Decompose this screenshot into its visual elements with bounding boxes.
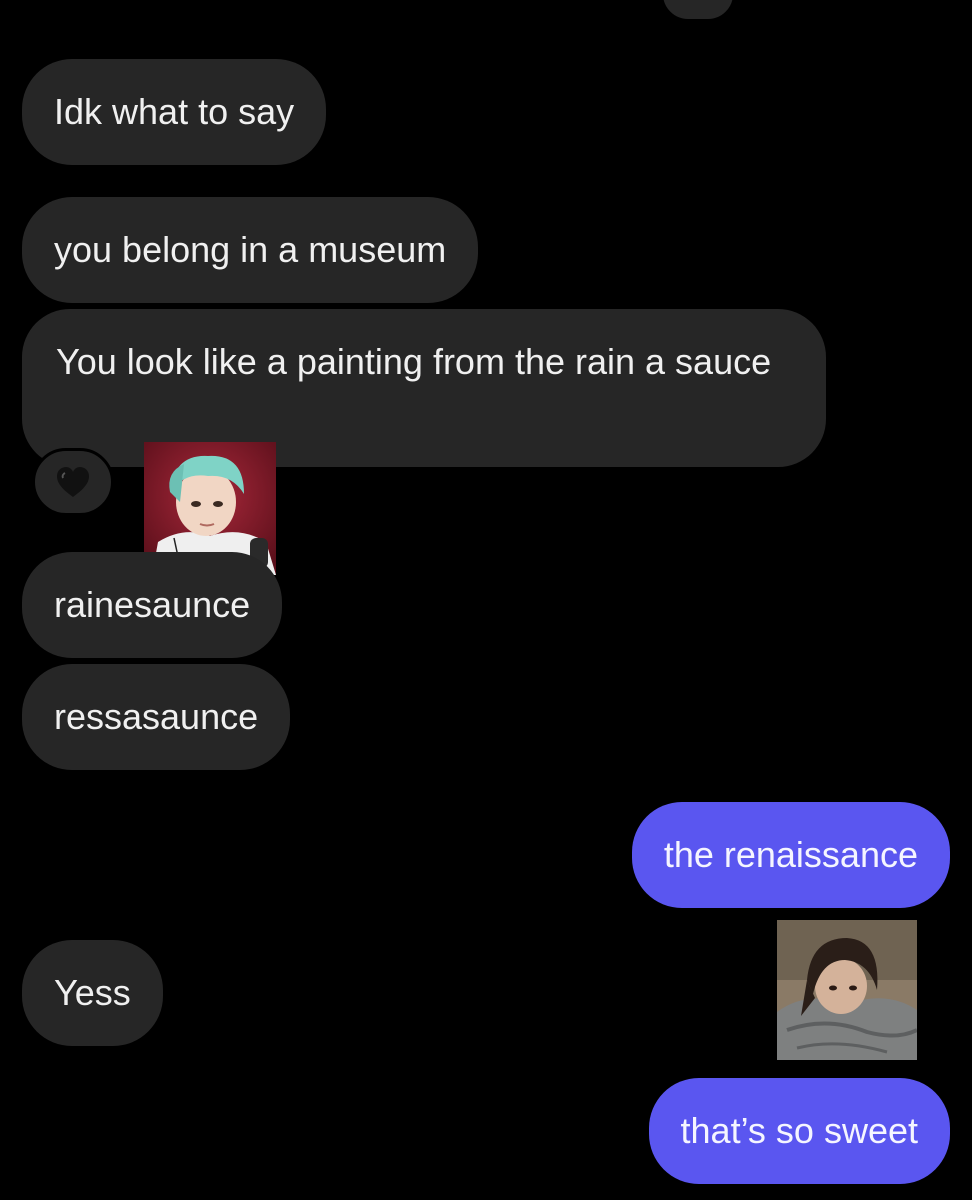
message-bubble-outgoing[interactable]: the renaissance (631, 802, 950, 908)
message-bubble-incoming[interactable]: ressasaunce (22, 664, 291, 770)
top-reaction-badge[interactable] (660, 0, 736, 22)
message-bubble-incoming[interactable]: you belong in a museum (22, 197, 479, 303)
red-heart-icon (663, 0, 739, 25)
message-text: the renaissance (663, 834, 918, 875)
receiver-avatar[interactable] (777, 920, 917, 1060)
message-bubble-outgoing[interactable]: that’s so sweet (648, 1078, 950, 1184)
message-text: You look like a painting from the rain a… (56, 341, 772, 382)
message-reaction-badge[interactable] (32, 448, 114, 516)
message-text: that’s so sweet (680, 1110, 918, 1151)
message-text: Idk what to say (54, 91, 295, 132)
message-bubble-incoming[interactable]: rainesaunce (22, 552, 283, 658)
message-text: Yess (54, 972, 131, 1013)
black-heart-icon (57, 467, 89, 497)
avatar-photo-dark-hair (777, 920, 917, 1060)
message-bubble-incoming[interactable]: Yess (22, 940, 163, 1046)
message-bubble-incoming[interactable]: Idk what to say (22, 59, 327, 165)
message-bubble-incoming[interactable]: You look like a painting from the rain a… (22, 309, 826, 467)
message-text: ressasaunce (54, 696, 259, 737)
chat-screen: { "conversation": { "messages": [ {"send… (0, 0, 972, 1200)
message-text: rainesaunce (54, 584, 251, 625)
message-text: you belong in a museum (54, 229, 447, 270)
